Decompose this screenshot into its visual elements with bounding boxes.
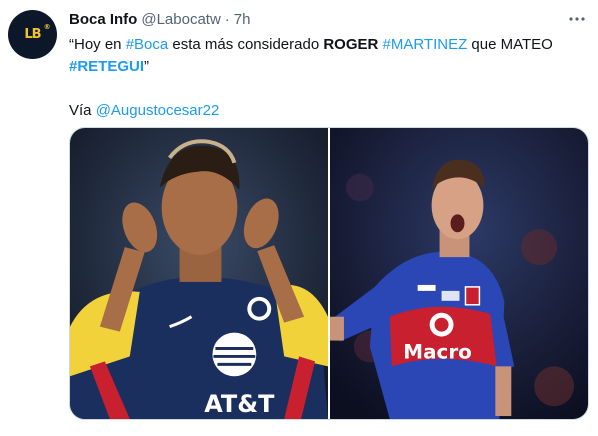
avatar[interactable]: LB ® [8, 10, 57, 59]
soccer-player-photo-icon: AT&T [70, 128, 328, 419]
line-spacer [69, 78, 589, 100]
user-handle[interactable]: @Labocatw [141, 11, 220, 28]
text-segment: que MATEO [467, 36, 553, 53]
tweet-timestamp[interactable]: 7h [234, 11, 251, 28]
photo-left[interactable]: AT&T [70, 128, 328, 419]
via-label: Vía [69, 102, 96, 119]
tweet-text-line-1: “Hoy en #Boca esta más considerado ROGER… [69, 34, 589, 56]
display-name[interactable]: Boca Info [69, 11, 137, 28]
media-grid: AT&T Macro [69, 127, 589, 420]
boca-info-logo-icon: LB ® [24, 23, 50, 42]
soccer-player-photo-icon: Macro [330, 128, 588, 419]
text-segment: “Hoy en [69, 36, 126, 53]
tweet-text-via: Vía @Augustocesar22 [69, 100, 589, 122]
tweet-header: Boca Info @Labocatw · 7h [69, 11, 250, 31]
separator-dot: · [224, 11, 230, 28]
hashtag-martinez[interactable]: #MARTINEZ [383, 36, 468, 53]
sponsor-left: AT&T [204, 390, 275, 418]
more-horizontal-icon [569, 17, 585, 21]
sponsor-right: Macro [403, 340, 472, 363]
text-segment: esta más considerado [168, 36, 324, 53]
more-options-button[interactable] [566, 8, 588, 30]
hashtag-retegui[interactable]: #RETEGUI [69, 58, 144, 75]
tweet-text: “Hoy en #Boca esta más considerado ROGER… [69, 34, 589, 122]
hashtag-boca[interactable]: #Boca [126, 36, 169, 53]
photo-right[interactable]: Macro [330, 128, 588, 419]
text-segment: ” [144, 58, 150, 75]
tweet-text-line-2: #RETEGUI” [69, 56, 589, 78]
tweet-card[interactable]: LB ® Boca Info @Labocatw · 7h “Hoy en #Bo… [0, 0, 598, 436]
mention-augustocesar22[interactable]: @Augustocesar22 [96, 102, 220, 119]
text-segment-bold: ROGER [323, 36, 379, 53]
